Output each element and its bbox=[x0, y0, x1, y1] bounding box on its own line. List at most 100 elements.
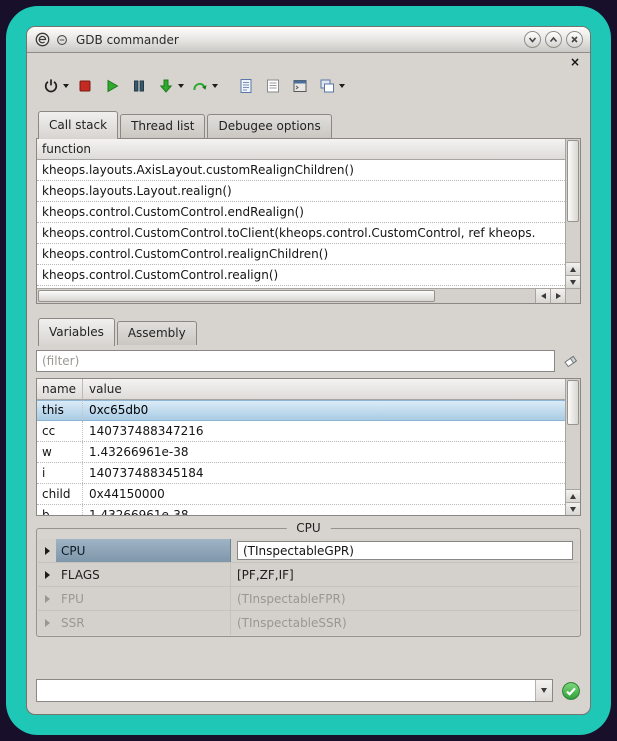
scrollbar-thumb[interactable] bbox=[567, 140, 579, 222]
tab-call-stack[interactable]: Call stack bbox=[38, 111, 118, 139]
callstack-row[interactable]: kheops.layouts.AxisLayout.customRealignC… bbox=[37, 160, 565, 181]
callstack-row[interactable]: kheops.control.CustomControl.realign() bbox=[37, 265, 565, 286]
console-window-button[interactable] bbox=[289, 75, 311, 97]
scroll-down-button[interactable] bbox=[566, 502, 580, 515]
source-document-button[interactable] bbox=[235, 75, 257, 97]
gdb-commander-window: GDB commander × bbox=[26, 26, 591, 715]
arrow-right-icon bbox=[556, 293, 561, 299]
app-subicon bbox=[56, 34, 68, 46]
desktop-background: GDB commander × bbox=[0, 0, 617, 741]
command-combobox[interactable] bbox=[36, 679, 553, 702]
document-icon bbox=[237, 77, 255, 95]
step-over-menu-caret-icon[interactable] bbox=[212, 84, 218, 88]
variable-name: this bbox=[37, 400, 83, 420]
list-icon bbox=[264, 77, 282, 95]
cpu-register-name[interactable]: FLAGS bbox=[56, 563, 231, 586]
clear-filter-icon[interactable] bbox=[561, 351, 581, 371]
dock-area: × bbox=[27, 53, 590, 714]
cpu-row[interactable]: FPU (TInspectableFPR) bbox=[38, 587, 579, 611]
tab-assembly[interactable]: Assembly bbox=[117, 321, 197, 345]
scrollbar-corner bbox=[565, 288, 580, 303]
variables-tabbar: Variables Assembly bbox=[36, 318, 581, 345]
titlebar-buttons bbox=[520, 31, 583, 48]
cpu-row[interactable]: CPU (TInspectableGPR) bbox=[38, 539, 579, 563]
step-down-button[interactable] bbox=[155, 75, 177, 97]
cpu-row[interactable]: SSR (TInspectableSSR) bbox=[38, 611, 579, 635]
variable-name: b bbox=[37, 505, 83, 515]
callstack-row[interactable]: kheops.control.CustomControl.endRealign(… bbox=[37, 202, 565, 223]
variable-row[interactable]: cc 140737488347216 bbox=[37, 421, 565, 442]
confirm-button[interactable] bbox=[561, 681, 581, 701]
cpu-register-value: [PF,ZF,IF] bbox=[231, 563, 579, 586]
windows-layout-button[interactable] bbox=[316, 75, 338, 97]
windows-layout-menu-caret-icon[interactable] bbox=[339, 84, 345, 88]
scroll-down-button[interactable] bbox=[566, 275, 580, 288]
dock-close-button[interactable]: × bbox=[570, 57, 581, 67]
callstack-horizontal-scrollbar[interactable] bbox=[37, 288, 565, 303]
expand-arrow-icon[interactable] bbox=[38, 563, 56, 586]
variable-row[interactable]: child 0x44150000 bbox=[37, 484, 565, 505]
scroll-right-button[interactable] bbox=[550, 289, 565, 303]
callstack-row[interactable]: kheops.layouts.Layout.realign() bbox=[37, 181, 565, 202]
cpu-value-field[interactable]: (TInspectableGPR) bbox=[237, 541, 573, 560]
cpu-group-title: CPU bbox=[286, 521, 330, 535]
scroll-left-button[interactable] bbox=[535, 289, 550, 303]
power-menu-caret-icon[interactable] bbox=[63, 84, 69, 88]
maximize-button[interactable] bbox=[545, 31, 562, 48]
variable-name: w bbox=[37, 442, 83, 462]
variable-row[interactable]: this 0xc65db0 bbox=[37, 400, 565, 421]
variables-vertical-scrollbar[interactable] bbox=[565, 379, 580, 515]
scroll-up-button[interactable] bbox=[566, 262, 580, 275]
variable-value: 1.43266961e-38 bbox=[83, 505, 565, 515]
stop-button[interactable] bbox=[74, 75, 96, 97]
scrollbar-thumb[interactable] bbox=[38, 290, 435, 302]
list-button[interactable] bbox=[262, 75, 284, 97]
scrollbar-thumb[interactable] bbox=[567, 380, 579, 425]
tab-debugee-options[interactable]: Debugee options bbox=[207, 114, 331, 138]
variable-row[interactable]: b 1.43266961e-38 bbox=[37, 505, 565, 515]
column-header-name[interactable]: name bbox=[37, 379, 83, 399]
column-header-value[interactable]: value bbox=[83, 379, 565, 399]
power-button[interactable] bbox=[40, 75, 62, 97]
windows-icon bbox=[318, 77, 336, 95]
filter-input[interactable] bbox=[36, 350, 555, 372]
callstack-vertical-scrollbar[interactable] bbox=[565, 139, 580, 288]
cpu-register-name[interactable]: CPU bbox=[56, 539, 231, 562]
callstack-column-header: function bbox=[37, 139, 565, 160]
cpu-register-name[interactable]: FPU bbox=[56, 587, 231, 610]
close-button[interactable] bbox=[566, 31, 583, 48]
app-icon bbox=[34, 31, 51, 48]
cpu-row[interactable]: FLAGS [PF,ZF,IF] bbox=[38, 563, 579, 587]
tab-thread-list[interactable]: Thread list bbox=[120, 114, 205, 138]
step-over-icon bbox=[191, 77, 209, 95]
continue-button[interactable] bbox=[101, 75, 123, 97]
expand-arrow-icon[interactable] bbox=[38, 539, 56, 562]
titlebar[interactable]: GDB commander bbox=[27, 27, 590, 53]
console-window-icon bbox=[291, 77, 309, 95]
variable-name: cc bbox=[37, 421, 83, 441]
combobox-dropdown-button[interactable] bbox=[535, 680, 552, 701]
expand-arrow-icon[interactable] bbox=[38, 611, 56, 635]
play-icon bbox=[103, 77, 121, 95]
variable-value: 1.43266961e-38 bbox=[83, 442, 565, 462]
shade-button[interactable] bbox=[524, 31, 541, 48]
variable-row[interactable]: i 140737488345184 bbox=[37, 463, 565, 484]
cpu-register-name[interactable]: SSR bbox=[56, 611, 231, 635]
arrow-down-icon bbox=[570, 507, 576, 512]
expand-arrow-icon[interactable] bbox=[38, 587, 56, 610]
command-row bbox=[36, 669, 581, 702]
pause-button[interactable] bbox=[128, 75, 150, 97]
chevron-down-icon bbox=[541, 688, 547, 693]
command-input[interactable] bbox=[37, 680, 535, 701]
step-over-button[interactable] bbox=[189, 75, 211, 97]
callstack-row[interactable]: kheops.control.CustomControl.realignChil… bbox=[37, 244, 565, 265]
variable-name: child bbox=[37, 484, 83, 504]
step-down-menu-caret-icon[interactable] bbox=[178, 84, 184, 88]
scroll-up-button[interactable] bbox=[566, 489, 580, 502]
variable-row[interactable]: w 1.43266961e-38 bbox=[37, 442, 565, 463]
stop-icon bbox=[76, 77, 94, 95]
window-title: GDB commander bbox=[76, 33, 179, 47]
variable-name: i bbox=[37, 463, 83, 483]
tab-variables[interactable]: Variables bbox=[38, 318, 115, 346]
callstack-row[interactable]: kheops.control.CustomControl.toClient(kh… bbox=[37, 223, 565, 244]
